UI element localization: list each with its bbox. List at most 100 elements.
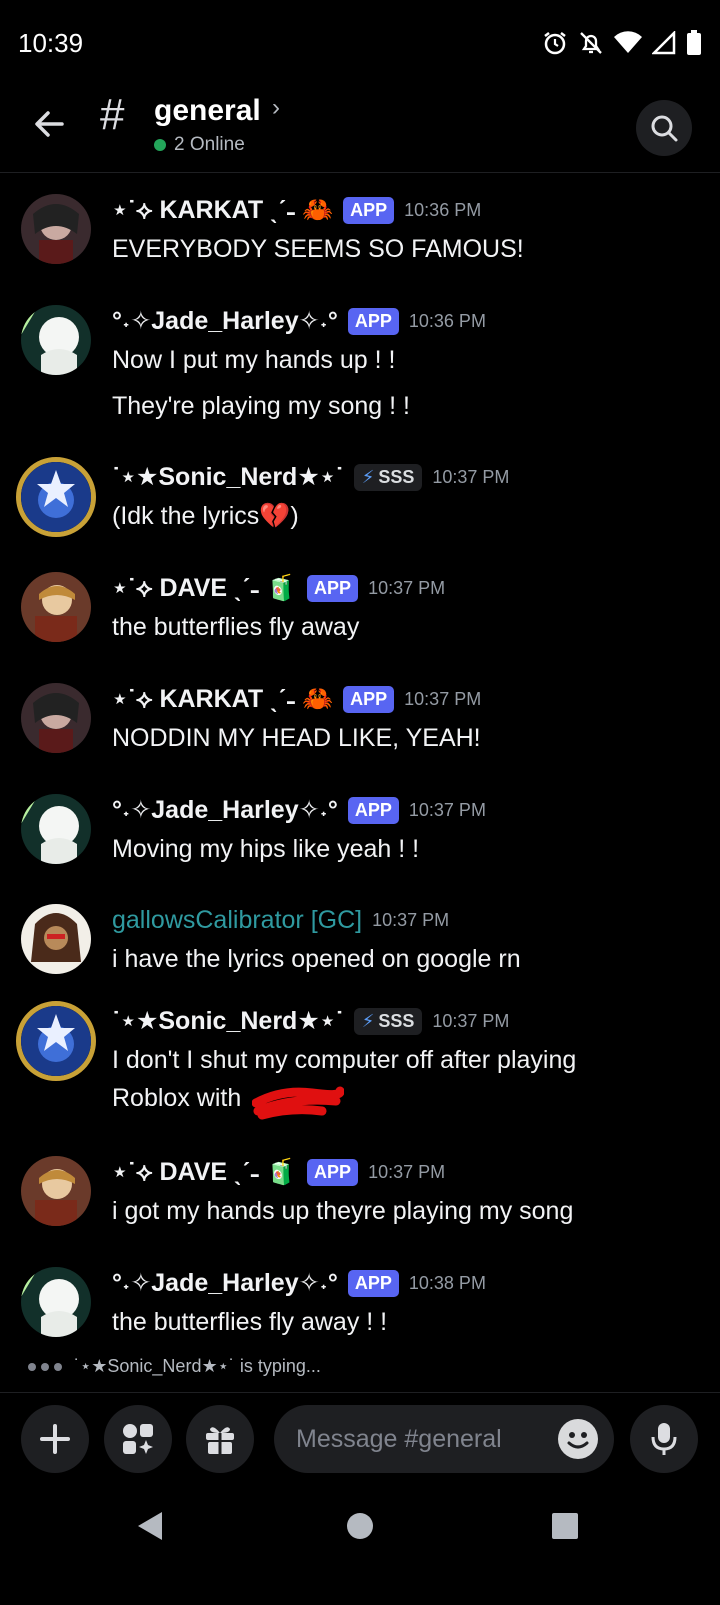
emoji-icon[interactable] — [558, 1419, 598, 1459]
message[interactable]: ⋆˙⟡ KARKAT ˎˊ˗ 🦀 APP 10:37 PM NODDIN MY … — [0, 679, 720, 790]
username[interactable]: ˙⋆★Sonic_Nerd★⋆˙ — [112, 462, 344, 492]
avatar[interactable] — [21, 683, 91, 753]
server-tag-label: SSS — [378, 466, 415, 487]
apps-icon — [123, 1424, 153, 1454]
search-icon — [651, 115, 678, 142]
message-text: i have the lyrics opened on google rn — [112, 945, 521, 973]
timestamp: 10:37 PM — [372, 909, 450, 930]
message[interactable]: ⋆˙⟡ DAVE ˎˊ˗ 🧃 APP 10:37 PM i got my han… — [0, 1152, 720, 1263]
alarm-icon — [542, 30, 568, 61]
voice-message-button[interactable] — [630, 1405, 698, 1473]
back-icon[interactable] — [138, 1512, 162, 1540]
app-badge: APP — [347, 307, 399, 335]
message-input[interactable]: Message #general — [274, 1405, 614, 1473]
message-text: EVERYBODY SEEMS SO FAMOUS! — [112, 235, 524, 263]
system-nav-bar — [0, 1500, 720, 1600]
online-label: 2 Online — [174, 134, 245, 155]
gift-button[interactable] — [186, 1405, 254, 1473]
mute-icon — [578, 30, 604, 61]
hashtag-icon: # — [100, 90, 125, 139]
typing-dots-icon — [28, 1362, 62, 1371]
username[interactable]: ⋆˙⟡ KARKAT ˎˊ˗ 🦀 — [112, 684, 333, 714]
timestamp: 10:37 PM — [432, 466, 510, 487]
username[interactable]: ˙⋆★Sonic_Nerd★⋆˙ — [112, 1006, 344, 1036]
message-text: I don't I shut my computer off after pla… — [112, 1046, 577, 1112]
username[interactable]: °˖✧Jade_Harley✧˖° — [112, 1268, 338, 1298]
timestamp: 10:37 PM — [404, 688, 482, 709]
app-badge: APP — [347, 796, 399, 824]
add-attachment-button[interactable] — [21, 1405, 89, 1473]
username[interactable]: ⋆˙⟡ KARKAT ˎˊ˗ 🦀 — [112, 195, 333, 225]
timestamp: 10:36 PM — [408, 310, 486, 331]
chevron-right-icon[interactable]: › — [272, 94, 280, 122]
message[interactable]: ⋆˙⟡ DAVE ˎˊ˗ 🧃 APP 10:37 PM the butterfl… — [0, 568, 720, 679]
signal-icon — [650, 29, 676, 60]
server-tag: ⚡ SSS — [353, 463, 423, 491]
message[interactable]: ⋆˙⟡ KARKAT ˎˊ˗ 🦀 APP 10:36 PM EVERYBODY … — [0, 190, 720, 301]
server-tag: ⚡ SSS — [353, 1007, 423, 1035]
server-tag-label: SSS — [378, 1010, 415, 1031]
message[interactable]: °˖✧Jade_Harley✧˖° APP 10:36 PM Now I put… — [0, 301, 720, 457]
message-text: They're playing my song ! ! — [112, 392, 410, 420]
recents-icon[interactable] — [552, 1513, 578, 1539]
message[interactable]: ˙⋆★Sonic_Nerd★⋆˙ ⚡ SSS 10:37 PM (Idk the … — [0, 457, 720, 568]
online-dot-icon — [154, 139, 166, 151]
back-arrow-icon[interactable] — [28, 102, 72, 146]
lightning-icon: ⚡ — [361, 466, 375, 487]
gift-icon — [206, 1427, 234, 1454]
avatar[interactable] — [21, 305, 91, 375]
avatar[interactable] — [21, 1267, 91, 1337]
username[interactable]: °˖✧Jade_Harley✧˖° — [112, 306, 338, 336]
timestamp: 10:37 PM — [408, 799, 486, 820]
app-badge: APP — [347, 1269, 399, 1297]
battery-icon — [686, 30, 702, 61]
message-text: Moving my hips like yeah ! ! — [112, 835, 420, 863]
timestamp: 10:37 PM — [432, 1010, 510, 1031]
home-icon[interactable] — [347, 1513, 373, 1539]
message[interactable]: °˖✧Jade_Harley✧˖° APP 10:38 PM the butte… — [0, 1263, 720, 1353]
avatar[interactable] — [16, 457, 96, 537]
timestamp: 10:37 PM — [368, 577, 446, 598]
avatar[interactable] — [21, 572, 91, 642]
typing-text: ˙⋆★Sonic_Nerd★⋆˙ is typing... — [74, 1356, 321, 1376]
avatar[interactable] — [21, 794, 91, 864]
wifi-icon — [614, 31, 642, 60]
avatar[interactable] — [21, 1156, 91, 1226]
status-icons — [542, 29, 702, 61]
plus-icon — [40, 1424, 70, 1454]
microphone-icon — [651, 1423, 677, 1455]
message[interactable]: °˖✧Jade_Harley✧˖° APP 10:37 PM Moving my… — [0, 790, 720, 900]
online-count: 2 Online — [154, 134, 245, 156]
username[interactable]: °˖✧Jade_Harley✧˖° — [112, 795, 338, 825]
avatar[interactable] — [16, 1001, 96, 1081]
message-list: ⋆˙⟡ KARKAT ˎˊ˗ 🦀 APP 10:36 PM EVERYBODY … — [0, 190, 720, 1353]
lightning-icon: ⚡ — [361, 1010, 375, 1031]
message-text: NODDIN MY HEAD LIKE, YEAH! — [112, 724, 481, 752]
channel-name[interactable]: general — [154, 94, 261, 128]
status-time: 10:39 — [18, 28, 84, 58]
message[interactable]: gallowsCalibrator [GC] 10:37 PM i have t… — [0, 900, 720, 1001]
timestamp: 10:38 PM — [408, 1272, 486, 1293]
search-button[interactable] — [636, 100, 692, 156]
timestamp: 10:37 PM — [368, 1161, 446, 1182]
username[interactable]: ⋆˙⟡ DAVE ˎˊ˗ 🧃 — [112, 573, 297, 603]
timestamp: 10:36 PM — [404, 199, 482, 220]
message-composer: Message #general — [0, 1392, 720, 1493]
redaction-scribble — [252, 1086, 344, 1120]
apps-button[interactable] — [104, 1405, 172, 1473]
message[interactable]: ˙⋆★Sonic_Nerd★⋆˙ ⚡ SSS 10:37 PM I don't I… — [0, 1001, 720, 1152]
message-text: (Idk the lyrics💔) — [112, 502, 299, 530]
message-text: the butterflies fly away ! ! — [112, 1308, 388, 1336]
app-badge: APP — [307, 574, 359, 602]
username[interactable]: ⋆˙⟡ DAVE ˎˊ˗ 🧃 — [112, 1157, 297, 1187]
status-bar: 10:39 — [0, 0, 720, 88]
app-badge: APP — [343, 685, 395, 713]
typing-indicator: ˙⋆★Sonic_Nerd★⋆˙ is typing... — [28, 1356, 321, 1377]
avatar[interactable] — [21, 904, 91, 974]
message-text: i got my hands up theyre playing my song — [112, 1197, 574, 1225]
message-text: Now I put my hands up ! ! — [112, 346, 396, 374]
avatar[interactable] — [21, 194, 91, 264]
username[interactable]: gallowsCalibrator [GC] — [112, 906, 362, 935]
message-text-wrap: I don't I shut my computer off after pla… — [112, 1041, 632, 1120]
app-badge: APP — [307, 1158, 359, 1186]
